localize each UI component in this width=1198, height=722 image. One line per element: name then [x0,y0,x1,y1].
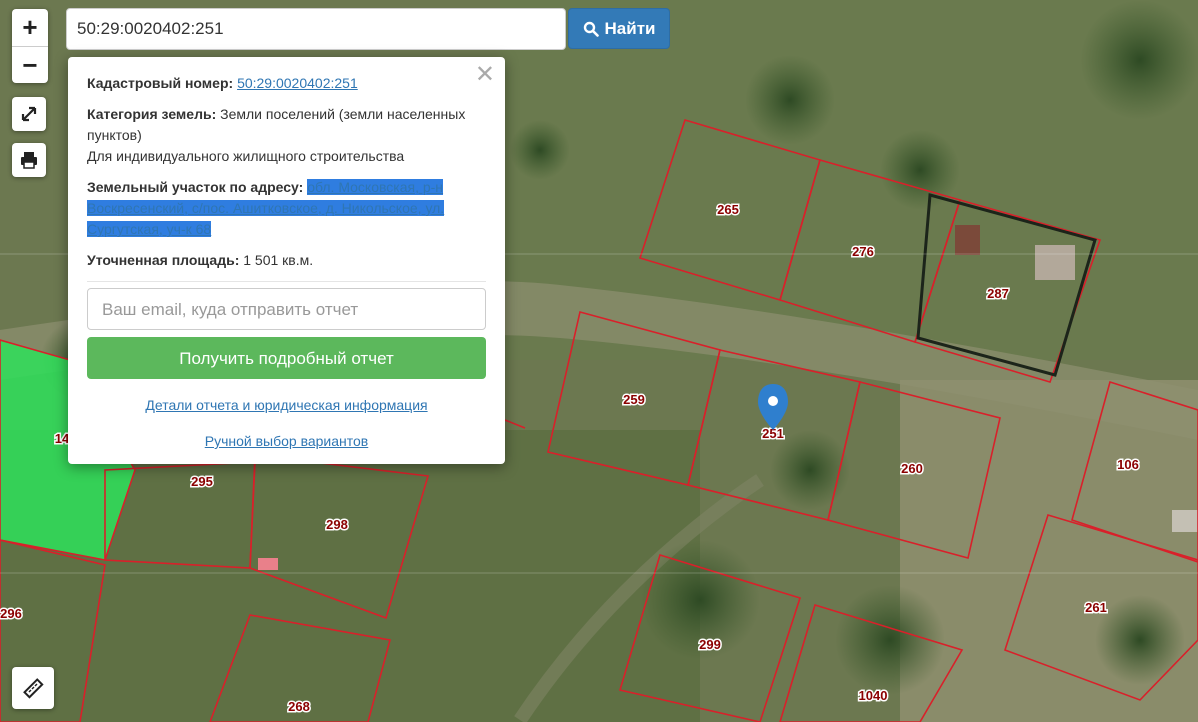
measure-button[interactable] [12,667,54,709]
zoom-in-button[interactable]: + [12,9,48,46]
parcel-label-259[interactable]: 259 [622,391,647,409]
report-details-link[interactable]: Детали отчета и юридическая информация [145,395,427,416]
cadastral-row: Кадастровый номер: 50:29:0020402:251 [87,73,486,94]
area-value: 1 501 кв.м. [243,252,314,268]
parcel-label-287[interactable]: 287 [986,285,1011,303]
close-icon[interactable]: ✕ [475,63,495,87]
parcel-label-295[interactable]: 295 [190,473,215,491]
zoom-out-button[interactable]: − [12,46,48,83]
search-button-label: Найти [604,18,656,38]
divider [87,281,486,282]
parcel-label-298[interactable]: 298 [325,516,350,534]
fullscreen-icon [21,106,37,122]
parcel-label-268[interactable]: 268 [287,698,312,716]
manual-selection-link[interactable]: Ручной выбор вариантов [205,431,369,452]
search-input[interactable] [66,8,566,50]
fullscreen-button[interactable] [12,97,46,131]
parcel-label-1040[interactable]: 1040 [857,687,889,705]
search-icon [583,21,599,37]
parcel-label-260[interactable]: 260 [900,460,925,478]
category-row: Категория земель: Земли поселений (земли… [87,104,486,167]
parcel-label-299[interactable]: 299 [698,636,723,654]
print-icon [21,152,37,169]
address-label: Земельный участок по адресу: [87,179,304,195]
zoom-control: + − [12,9,48,83]
search-button[interactable]: Найти [568,8,670,49]
area-label: Уточненная площадь: [87,252,240,268]
address-row: Земельный участок по адресу: обл. Москов… [87,177,486,240]
parcel-label-106[interactable]: 106 [1116,456,1141,474]
print-button[interactable] [12,143,46,177]
ruler-icon [23,678,44,699]
parcel-label-296[interactable]: 296 [0,605,23,623]
get-report-button[interactable]: Получить подробный отчет [87,337,486,379]
popup-links: Детали отчета и юридическая информация Р… [87,395,486,467]
parcel-info-popup: ✕ Кадастровый номер: 50:29:0020402:251 К… [68,57,505,464]
cadastral-label: Кадастровый номер: [87,75,234,91]
parcel-label-265[interactable]: 265 [716,201,741,219]
category-label: Категория земель: [87,106,217,122]
email-field[interactable]: Ваш email, куда отправить отчет [87,288,486,330]
parcel-label-261[interactable]: 261 [1084,599,1109,617]
area-row: Уточненная площадь: 1 501 кв.м. [87,250,486,271]
usage-value: Для индивидуального жилищного строительс… [87,148,405,164]
cadastral-link[interactable]: 50:29:0020402:251 [237,75,358,91]
parcel-label-276[interactable]: 276 [851,243,876,261]
